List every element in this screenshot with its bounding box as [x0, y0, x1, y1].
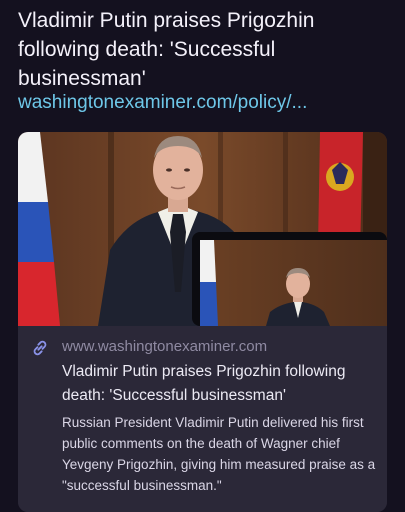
post-link[interactable]: washingtonexaminer.com/policy/...: [18, 90, 307, 116]
link-preview-meta[interactable]: www.washingtonexaminer.com Vladimir Puti…: [18, 326, 387, 512]
card-domain: www.washingtonexaminer.com: [62, 338, 268, 355]
article-photo[interactable]: [18, 132, 387, 326]
link-preview-card[interactable]: www.washingtonexaminer.com Vladimir Puti…: [18, 132, 387, 512]
link-icon: [33, 340, 47, 356]
post-title: Vladimir Putin praises Prigozhin followi…: [18, 9, 315, 90]
card-description: Russian President Vladimir Putin deliver…: [62, 415, 376, 493]
card-headline: Vladimir Putin praises Prigozhin followi…: [62, 363, 346, 404]
